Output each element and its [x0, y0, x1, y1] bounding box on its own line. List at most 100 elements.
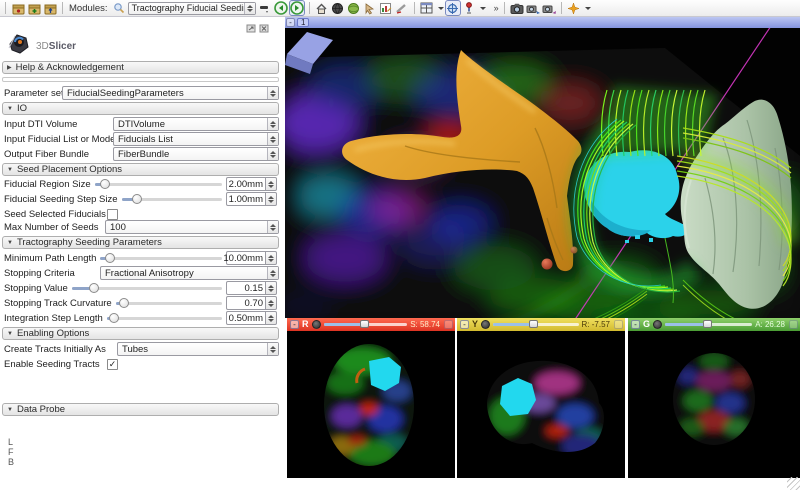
stopping-value-slider[interactable]	[71, 282, 222, 293]
stopping-track-curvature-value[interactable]: 0.70	[226, 296, 266, 310]
fiducial-seeding-step-value[interactable]: 1.00mm	[226, 192, 266, 206]
minimum-path-length-value[interactable]: 10.00mm	[223, 251, 266, 265]
add-data-icon[interactable]	[27, 1, 41, 15]
panel-undock-icon[interactable]	[246, 20, 256, 38]
red-slice-slider[interactable]	[323, 320, 408, 328]
load-scene-icon[interactable]	[11, 1, 25, 15]
green-pin-button[interactable]	[789, 320, 798, 329]
toolbar-separator	[5, 2, 6, 14]
toolbar-overflow-chevron[interactable]: »	[494, 3, 499, 13]
probe-label-B: B	[8, 457, 15, 467]
yellow-visibility-eye-icon[interactable]	[481, 320, 491, 329]
stopping-value-row: Stopping Value 0.15	[0, 281, 281, 295]
red-pin-button[interactable]	[444, 320, 453, 329]
input-fiducial-selector[interactable]: Fiducials List	[113, 132, 279, 146]
green-slice-image[interactable]	[628, 331, 800, 478]
red-slice-view[interactable]: - R S: 58.74	[287, 318, 455, 478]
stopping-value-value[interactable]: 0.15	[226, 281, 266, 295]
green-collapse-button[interactable]: -	[631, 320, 640, 329]
collapsed-frame	[2, 77, 279, 82]
max-number-of-seeds-input[interactable]: 100	[105, 220, 279, 234]
green-visibility-eye-icon[interactable]	[653, 320, 663, 329]
expanded-arrow-icon: ▼	[7, 105, 13, 112]
window-resize-grip[interactable]	[787, 477, 800, 490]
enable-seeding-tracts-row: Enable Seeding Tracts ✓	[4, 358, 118, 370]
annotation-ruler-icon[interactable]	[395, 1, 409, 15]
module-search-icon[interactable]	[112, 1, 126, 15]
green-globe-icon[interactable]	[347, 1, 361, 15]
seed-selected-fiducials-row: Seed Selected Fiducials	[0, 207, 281, 221]
threed-view-controller-bar[interactable]: - 1	[285, 17, 800, 28]
fiducial-seeding-step-slider[interactable]	[121, 193, 222, 204]
green-slice-label: G	[643, 319, 651, 329]
threed-collapse-button[interactable]: -	[286, 18, 295, 27]
tractography-parameters-header[interactable]: ▼ Tractography Seeding Parameters	[2, 236, 279, 249]
fiducial-pin-icon[interactable]	[462, 1, 476, 15]
module-forward-icon[interactable]	[288, 0, 305, 16]
seed-selected-fiducials-checkbox[interactable]	[107, 208, 118, 220]
fiducial-region-size-value[interactable]: 2.00mm	[226, 177, 266, 191]
fiducial-sphere[interactable]	[541, 258, 553, 270]
yellow-slice-view[interactable]: - Y R: -7.57	[457, 318, 625, 478]
yellow-slice-image[interactable]	[457, 331, 625, 478]
edit-chart-icon[interactable]	[379, 1, 393, 15]
module-back-icon[interactable]	[273, 1, 288, 15]
red-collapse-button[interactable]: -	[290, 320, 299, 329]
module-selector-arrows[interactable]	[243, 2, 255, 14]
yellow-pin-button[interactable]	[614, 320, 623, 329]
slicer-logo-text: 3DSlicer	[36, 41, 77, 52]
parameter-set-selector[interactable]: FiducialSeedingParameters	[62, 86, 279, 100]
collapsed-arrow-icon: ▶	[7, 65, 12, 71]
sparkle-icon[interactable]	[567, 1, 581, 15]
green-slice-slider[interactable]	[665, 320, 753, 328]
toolbar-separator	[413, 2, 415, 14]
green-slice-view[interactable]: - G A: 26.28	[628, 318, 800, 478]
seed-placement-header[interactable]: ▼ Seed Placement Options	[2, 163, 279, 176]
layout-grid-icon[interactable]	[420, 1, 434, 15]
create-tracts-selector[interactable]: Tubes	[117, 342, 279, 356]
yellow-slice-slider[interactable]	[493, 320, 579, 328]
module-history-icon[interactable]	[258, 1, 272, 15]
fiducial-region-size-slider[interactable]	[94, 178, 222, 189]
red-slice-image[interactable]	[287, 331, 455, 478]
dark-globe-icon[interactable]	[331, 1, 345, 15]
screenshot-camera-icon[interactable]	[510, 1, 524, 15]
module-selector[interactable]: Tractography Fiducial Seeding	[127, 1, 256, 15]
pointer-icon[interactable]	[363, 1, 377, 15]
home-module-icon[interactable]	[315, 1, 329, 15]
stopping-criteria-selector[interactable]: Fractional Anisotropy	[100, 266, 279, 280]
help-acknowledgement-header[interactable]: ▶ Help & Acknowledgement	[2, 61, 279, 74]
integration-step-length-value[interactable]: 0.50mm	[226, 311, 266, 325]
data-probe-header[interactable]: ▼ Data Probe	[2, 403, 279, 416]
red-slice-controller-bar: - R S: 58.74	[287, 318, 455, 331]
input-dti-volume-selector[interactable]: DTIVolume	[113, 117, 279, 131]
enabling-options-header[interactable]: ▼ Enabling Options	[2, 327, 279, 340]
stopping-track-curvature-slider[interactable]	[115, 297, 222, 308]
integration-step-length-slider[interactable]	[106, 312, 222, 323]
enable-seeding-tracts-checkbox[interactable]: ✓	[107, 358, 118, 370]
io-header[interactable]: ▼ IO	[2, 102, 279, 115]
toolbar-separator	[308, 2, 310, 14]
yellow-collapse-button[interactable]: -	[460, 320, 469, 329]
threed-scene-canvas	[285, 25, 800, 345]
layout-dropdown-arrow[interactable]	[437, 6, 444, 10]
minimum-path-length-slider[interactable]	[100, 252, 222, 263]
yellow-slice-label: Y	[472, 319, 479, 329]
sceneview-restore-icon[interactable]	[542, 1, 556, 15]
sceneview-save-icon[interactable]	[526, 1, 540, 15]
output-fiber-bundle-selector[interactable]: FiberBundle	[113, 147, 279, 161]
probe-label-F: F	[8, 447, 14, 457]
sparkle-dropdown-arrow[interactable]	[584, 6, 591, 10]
crosshair-icon[interactable]	[444, 0, 461, 16]
panel-close-icon[interactable]	[259, 20, 269, 38]
parameter-set-label: Parameter set	[4, 87, 64, 99]
save-scene-icon[interactable]	[43, 1, 57, 15]
threed-view[interactable]	[285, 25, 800, 345]
red-visibility-eye-icon[interactable]	[311, 320, 321, 329]
view-layout-area: - 1 - R S: 58.74 - Y R: -7.57 - G A: 26.…	[285, 17, 800, 478]
toolbar-separator	[560, 2, 562, 14]
yellow-slice-controller-bar: - Y R: -7.57	[457, 318, 625, 331]
fiducial-region-size-spin[interactable]	[266, 177, 277, 191]
fiducial-dropdown-arrow[interactable]	[479, 6, 486, 10]
red-slice-label: R	[302, 319, 309, 329]
